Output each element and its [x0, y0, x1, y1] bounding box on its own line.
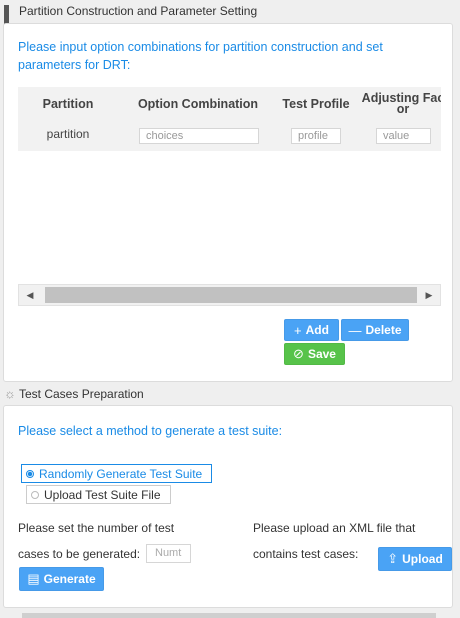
generate-button-label: Generate — [43, 572, 96, 586]
check-circle-icon: ⊘ — [293, 346, 304, 361]
scroll-left-icon[interactable]: ◀ — [19, 285, 41, 305]
radio-upload-file[interactable]: Upload Test Suite File — [26, 485, 171, 504]
table-cell-partition: partition — [46, 127, 90, 141]
column-header-option-combination: Option Combination — [137, 97, 259, 111]
plus-icon: + — [294, 322, 302, 338]
number-label-line1: Please set the number of test — [18, 521, 175, 535]
partition-section-header: Partition Construction and Parameter Set… — [0, 1, 460, 25]
profile-input[interactable]: profile — [291, 128, 341, 144]
upload-icon: ⇪ — [387, 551, 399, 566]
choices-input[interactable]: choices — [139, 128, 259, 144]
add-button-label: Add — [305, 323, 329, 337]
column-header-adjusting-factor-line2: or — [396, 102, 410, 116]
number-label-line2: cases to be generated: — [18, 547, 141, 561]
radio-random-generate-label: Randomly Generate Test Suite — [39, 466, 203, 481]
partition-prompt: Please input option combinations for par… — [18, 40, 383, 72]
horizontal-scrollbar[interactable]: ◀ ▶ — [18, 284, 441, 306]
document-icon: ▤ — [27, 571, 40, 586]
column-header-test-profile: Test Profile — [282, 97, 350, 111]
generate-button[interactable]: ▤ Generate — [19, 567, 104, 591]
upload-button-label: Upload — [402, 552, 443, 566]
value-input[interactable]: value — [376, 128, 431, 144]
testcases-prompt: Please select a method to generate a tes… — [18, 424, 283, 438]
partition-table: Partition Option Combination Test Profil… — [18, 87, 441, 151]
minus-icon: — — [348, 322, 362, 338]
upload-label-line1: Please upload an XML file that — [253, 521, 416, 535]
gear-icon: ☼ — [4, 386, 16, 401]
upload-label-line2: contains test cases: — [253, 547, 359, 561]
delete-button[interactable]: — Delete — [341, 319, 409, 341]
testcases-section-title: Test Cases Preparation — [19, 387, 144, 401]
scroll-right-icon[interactable]: ▶ — [418, 285, 440, 305]
radio-random-generate[interactable]: Randomly Generate Test Suite — [21, 464, 212, 483]
grid-icon — [4, 5, 16, 25]
testcases-section-header: ☼ Test Cases Preparation — [0, 384, 460, 404]
column-header-partition: Partition — [42, 97, 94, 111]
upload-button[interactable]: ⇪ Upload — [378, 547, 452, 571]
delete-button-label: Delete — [365, 323, 402, 337]
bottom-scrollbar[interactable] — [22, 613, 436, 618]
save-button-label: Save — [307, 347, 336, 361]
scrollbar-thumb[interactable] — [45, 287, 417, 303]
column-header-adjusting-factor: Adjusting Fac or — [358, 87, 441, 121]
radio-upload-file-label: Upload Test Suite File — [44, 487, 161, 502]
save-button[interactable]: ⊘ Save — [284, 343, 345, 365]
add-button[interactable]: + Add — [284, 319, 339, 341]
radio-unselected-icon — [31, 490, 39, 499]
partition-section-title: Partition Construction and Parameter Set… — [19, 4, 258, 18]
test-count-input[interactable]: Numt — [146, 544, 191, 563]
radio-selected-icon — [26, 469, 34, 478]
